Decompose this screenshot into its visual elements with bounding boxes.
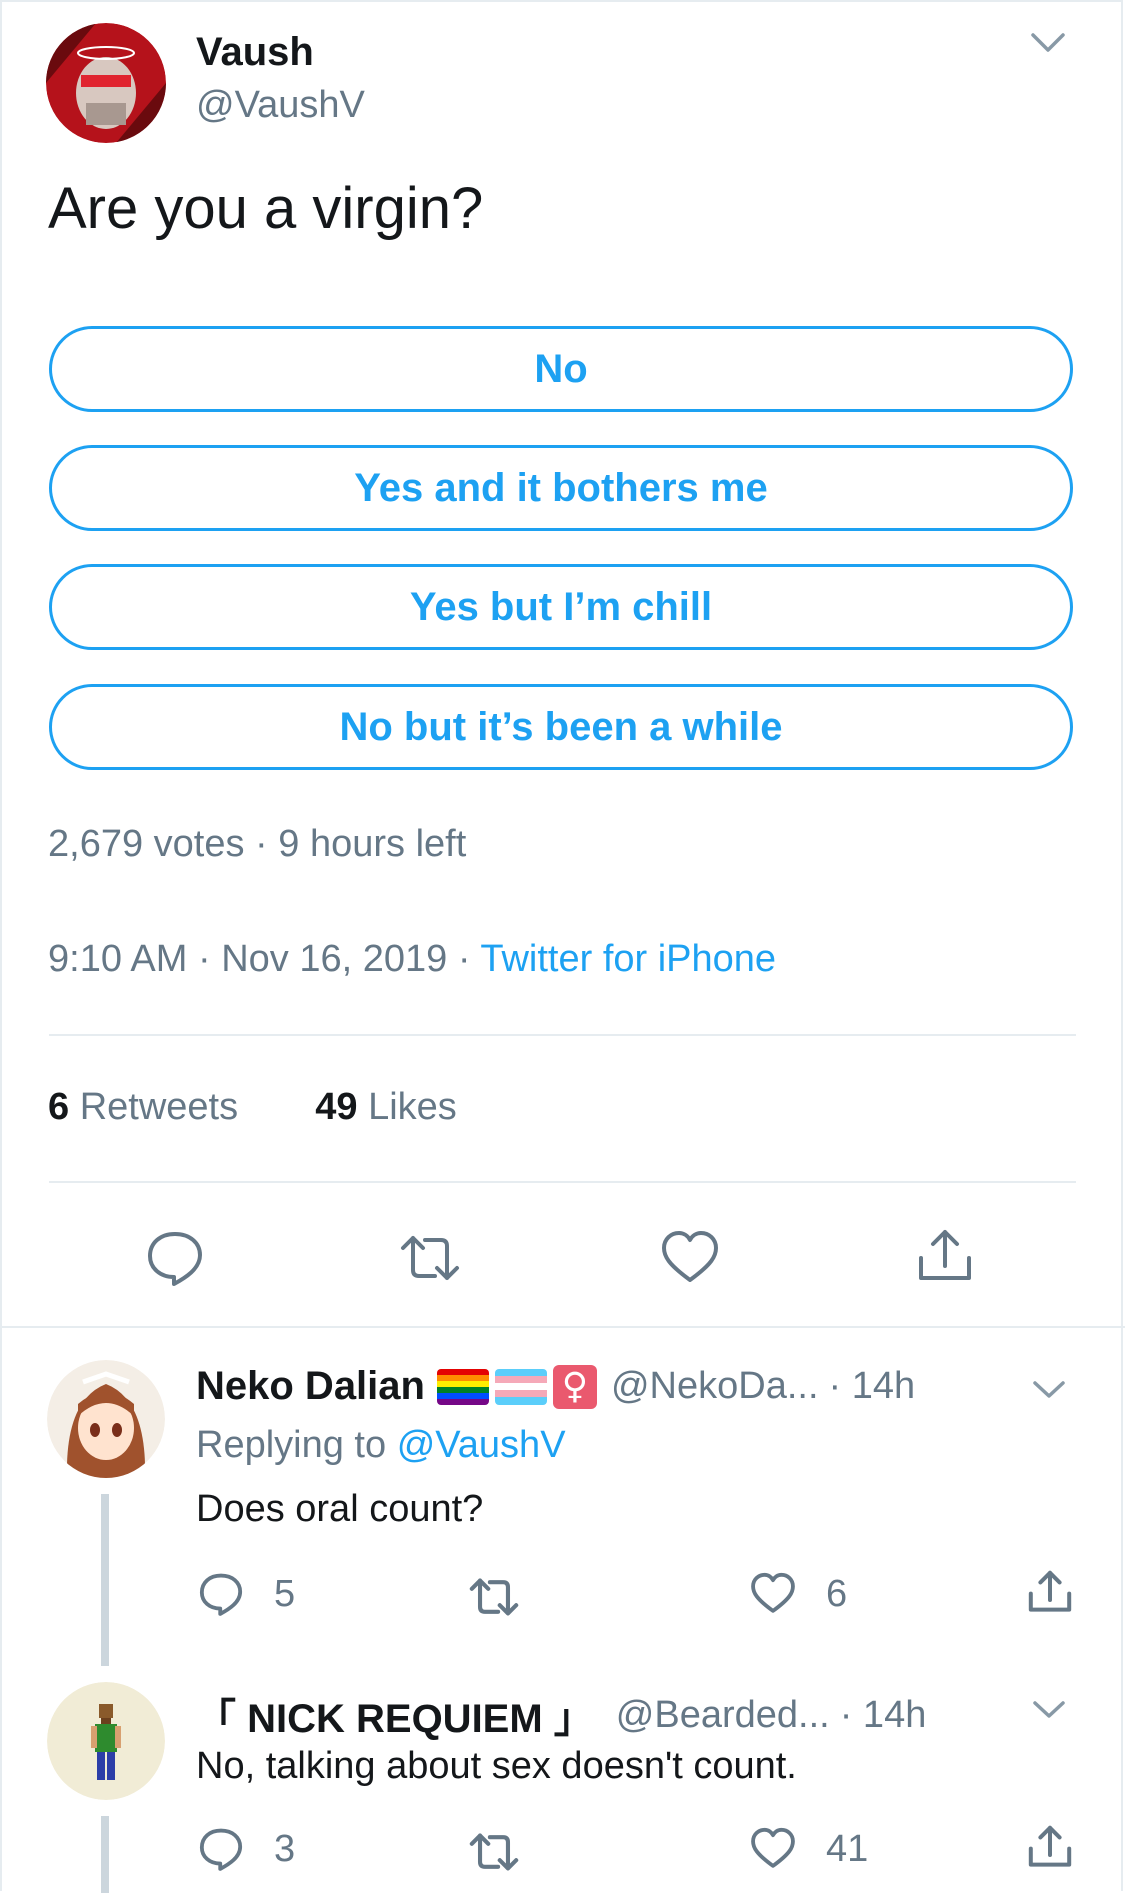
poll-time-left: 9 hours left <box>278 823 467 865</box>
reply-button[interactable]: 3 <box>198 1826 295 1872</box>
tweet-timestamp: 9:10 AM · Nov 16, 2019 · Twitter for iPh… <box>48 938 776 981</box>
retweet-button[interactable] <box>466 1829 522 1880</box>
reply-avatar[interactable] <box>47 1360 165 1478</box>
poll-option-no[interactable]: No <box>49 326 1073 412</box>
reply-time[interactable]: · 14h <box>840 1694 927 1737</box>
reply-author-name[interactable]: 「 NICK REQUIEM 」 <box>196 1686 594 1744</box>
tweet-time: 9:10 AM <box>48 938 188 980</box>
reply-header: 「 NICK REQUIEM 」 @Bearded... · 14h <box>196 1686 926 1744</box>
separator: · <box>255 823 268 865</box>
reply-header: Neko Dalian ♀ @NekoDa... · 14h <box>196 1364 915 1409</box>
replying-to-link[interactable]: @VaushV <box>397 1424 566 1466</box>
reply-count: 3 <box>274 1827 296 1870</box>
reply-text: Does oral count? <box>196 1488 484 1530</box>
thread-line <box>101 1816 109 1893</box>
like-icon <box>751 1572 795 1613</box>
share-icon[interactable] <box>1026 1568 1074 1621</box>
poll-option-yes-chill[interactable]: Yes but I’m chill <box>49 564 1073 650</box>
reply-author-name[interactable]: Neko Dalian <box>196 1364 425 1409</box>
share-icon[interactable] <box>1026 1823 1074 1876</box>
divider <box>49 1034 1076 1036</box>
reply-text: No, talking about sex doesn't count. <box>196 1745 797 1787</box>
author-avatar[interactable] <box>46 23 166 143</box>
likes-stat[interactable]: 49 Likes <box>315 1086 457 1128</box>
chevron-down-icon[interactable] <box>1032 1700 1066 1725</box>
author-handle[interactable]: @VaushV <box>196 84 365 127</box>
tweet-source-link[interactable]: Twitter for iPhone <box>480 938 776 980</box>
retweet-icon <box>469 1833 519 1871</box>
trans-flag-icon <box>494 1368 547 1405</box>
poll-option-no-while[interactable]: No but it’s been a while <box>49 684 1073 770</box>
chevron-down-icon[interactable] <box>1032 1380 1066 1405</box>
retweets-label: Retweets <box>79 1086 239 1128</box>
reply-icon <box>199 1573 243 1616</box>
tweet-date: Nov 16, 2019 <box>221 938 448 980</box>
reply-icon <box>199 1828 243 1871</box>
rainbow-flag-icon <box>436 1368 489 1405</box>
retweet-icon <box>469 1578 519 1616</box>
reply-author-handle[interactable]: @Bearded... <box>616 1694 830 1737</box>
divider <box>0 1326 1125 1328</box>
reply-button[interactable]: 5 <box>198 1571 295 1617</box>
reply-avatar[interactable] <box>47 1682 165 1800</box>
tweet-stats: 6 Retweets 49 Likes <box>48 1086 457 1129</box>
like-count: 41 <box>826 1827 869 1870</box>
retweet-icon[interactable] <box>397 1230 459 1290</box>
poll-status: 2,679 votes · 9 hours left <box>48 823 466 866</box>
retweets-count: 6 <box>48 1086 70 1128</box>
retweet-button[interactable] <box>466 1574 522 1625</box>
like-icon[interactable] <box>660 1228 720 1288</box>
like-button[interactable]: 6 <box>750 1571 847 1617</box>
reply-author-handle[interactable]: @NekoDa... <box>611 1365 819 1408</box>
like-icon <box>751 1827 795 1868</box>
reply-icon[interactable] <box>145 1228 205 1288</box>
chevron-down-icon[interactable] <box>1030 32 1066 59</box>
likes-label: Likes <box>368 1086 457 1128</box>
share-icon[interactable] <box>915 1226 975 1286</box>
separator: · <box>197 938 211 980</box>
tweet-text: Are you a virgin? <box>48 176 484 241</box>
poll-votes: 2,679 votes <box>48 823 245 865</box>
author-name[interactable]: Vaush <box>196 30 314 75</box>
replying-to: Replying to @VaushV <box>196 1424 566 1467</box>
replying-prefix: Replying to <box>196 1424 387 1466</box>
reply-time[interactable]: · 14h <box>829 1365 916 1408</box>
poll-option-yes-bothers[interactable]: Yes and it bothers me <box>49 445 1073 531</box>
likes-count: 49 <box>315 1086 358 1128</box>
like-count: 6 <box>826 1572 848 1615</box>
reply-count: 5 <box>274 1572 296 1615</box>
like-button[interactable]: 41 <box>750 1826 868 1872</box>
retweets-stat[interactable]: 6 Retweets <box>48 1086 238 1128</box>
divider <box>49 1181 1076 1183</box>
separator: · <box>457 938 471 980</box>
female-sign-icon: ♀ <box>552 1364 597 1409</box>
thread-line <box>101 1494 109 1666</box>
